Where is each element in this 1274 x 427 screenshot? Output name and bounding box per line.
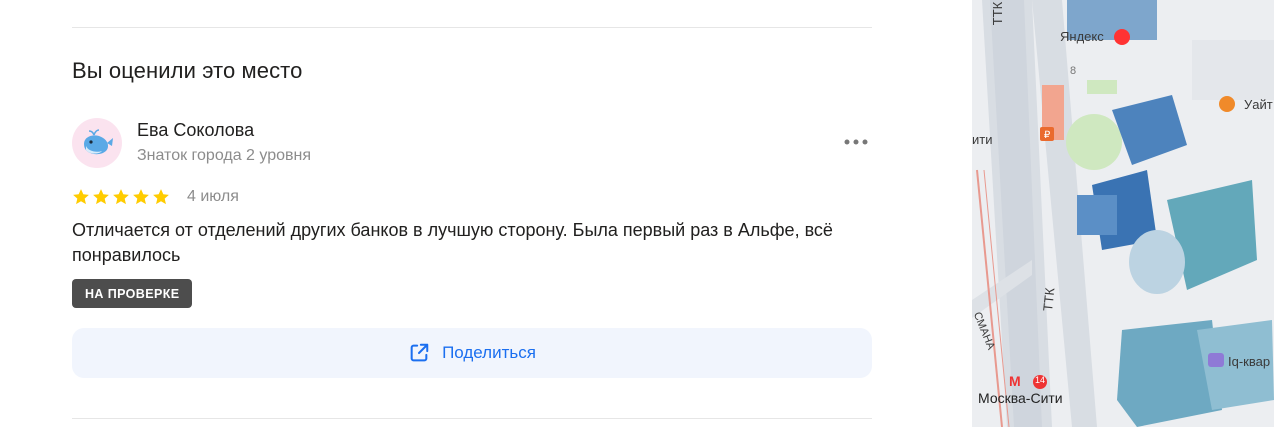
metro-icon: М [1009,373,1021,389]
more-icon [844,139,868,145]
share-button[interactable]: Поделиться [72,328,872,378]
map-label-wait[interactable]: Уайт [1244,97,1273,112]
map-label-ttk-top: ТТК [990,1,1006,26]
metro-line-badge: 14 [1035,375,1046,385]
map-label-siti: ити [972,132,993,147]
status-badge: НА ПРОВЕРКЕ [72,279,193,308]
svg-text:₽: ₽ [1044,130,1051,141]
review-panel: Вы оценили это место Ева Соколова Знаток… [0,0,960,427]
review-text: Отличается от отделений других банков в … [72,220,833,265]
author-name[interactable]: Ева Соколова [137,120,254,141]
map-label-number: 8 [1070,65,1077,77]
review-date: 4 июля [187,188,239,205]
star-icon [153,189,169,205]
rating-stars [72,188,170,206]
share-icon [410,343,429,362]
star-icon [73,189,89,205]
whale-icon [84,129,113,155]
map-label-yandex[interactable]: Яндекс [1060,29,1104,44]
divider [72,27,872,28]
map-label-ttk-mid: ТТК [1040,287,1058,312]
map-label-moscow-city[interactable]: Москва-Сити [978,390,1063,406]
map-label-iq[interactable]: Iq-квар [1228,354,1270,369]
star-icon [113,189,129,205]
section-title: Вы оценили это место [72,58,303,83]
avatar[interactable] [72,118,122,168]
more-options-button[interactable] [838,128,874,156]
star-icon [93,189,109,205]
divider [72,418,872,419]
author-level: Знаток города 2 уровня [137,147,312,164]
share-label: Поделиться [442,343,536,362]
map-view[interactable]: ₽ Яндекс 8 Уайт ити ТТК ТТК СМАНА Iq-ква… [972,0,1274,427]
star-icon [133,189,149,205]
